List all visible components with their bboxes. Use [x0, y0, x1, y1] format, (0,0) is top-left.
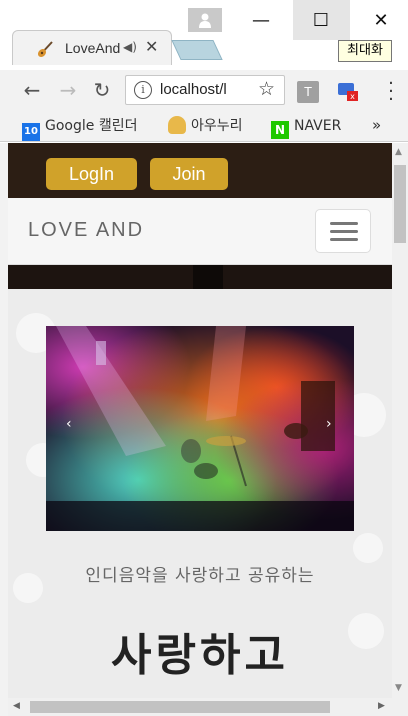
site-brand[interactable]: LOVE AND: [28, 219, 144, 242]
scroll-up-icon[interactable]: ▲: [395, 147, 402, 157]
url-text[interactable]: localhost/l: [160, 81, 252, 98]
browser-titlebar: LoveAnd ◀) ✕ — ☐ ✕ 최대화: [0, 0, 408, 70]
window-left-border: [0, 143, 8, 716]
info-icon[interactable]: i: [134, 81, 152, 99]
scroll-down-icon[interactable]: ▼: [395, 683, 402, 693]
tab-title: LoveAnd: [65, 40, 121, 56]
top-auth-bar: LogIn Join: [8, 143, 392, 198]
forward-icon[interactable]: →: [56, 78, 80, 102]
concert-carousel[interactable]: ‹ ›: [46, 326, 354, 531]
window-close-button[interactable]: ✕: [366, 10, 396, 32]
hamburger-menu-icon[interactable]: [315, 209, 371, 253]
back-icon[interactable]: ←: [20, 78, 44, 102]
site-navbar: LOVE AND: [8, 198, 392, 265]
maximize-button[interactable]: ☐: [306, 10, 336, 32]
scroll-left-icon[interactable]: ◀: [13, 701, 20, 711]
profile-button[interactable]: [188, 8, 222, 32]
minimize-button[interactable]: —: [246, 10, 276, 32]
bookmark-label: Google 캘린더: [45, 118, 138, 134]
horizontal-scrollbar[interactable]: ◀ ▶: [8, 698, 392, 716]
tab-close-icon[interactable]: ✕: [145, 37, 158, 56]
browser-tab[interactable]: LoveAnd ◀) ✕: [12, 30, 172, 65]
guitar-favicon-icon: [37, 41, 53, 58]
bookmark-aunuri[interactable]: 아우누리: [168, 116, 243, 136]
extension-t-icon[interactable]: T: [297, 81, 319, 103]
bookmarks-bar: 10 Google 캘린더 아우누리 N NAVER »: [0, 110, 408, 142]
new-tab-button[interactable]: [171, 40, 223, 60]
aunuri-icon: [168, 116, 186, 134]
carousel-next-icon[interactable]: ›: [326, 416, 332, 432]
scroll-right-icon[interactable]: ▶: [378, 701, 385, 711]
svg-text:x: x: [350, 92, 355, 101]
hero-tagline: 인디음악을 사랑하고 공유하는: [85, 566, 315, 586]
scrollbar-corner: [392, 698, 408, 716]
vertical-scrollbar[interactable]: ▲ ▼: [392, 143, 408, 698]
reload-icon[interactable]: ↻: [90, 78, 114, 102]
naver-icon: N: [271, 121, 289, 139]
bokeh-light: [353, 533, 383, 563]
hero-image-top: [8, 265, 392, 289]
speaker-icon[interactable]: ◀): [123, 40, 137, 54]
concert-photo: [46, 326, 354, 531]
calendar-icon: 10: [22, 123, 40, 141]
cast-extension-icon[interactable]: x: [336, 80, 360, 102]
address-bar[interactable]: i localhost/l ☆: [125, 75, 285, 105]
bookmark-label: NAVER: [294, 118, 342, 134]
bookmarks-overflow-button[interactable]: »: [372, 116, 381, 134]
carousel-prev-icon[interactable]: ‹: [66, 416, 72, 432]
menu-icon[interactable]: · · ·: [386, 75, 396, 109]
bookmark-star-icon[interactable]: ☆: [258, 78, 275, 100]
hero-headline: 사랑하고: [111, 630, 289, 681]
login-button[interactable]: LogIn: [46, 158, 137, 190]
bookmark-naver[interactable]: N NAVER: [271, 116, 342, 139]
horizontal-scroll-thumb[interactable]: [30, 701, 330, 713]
page-viewport: LogIn Join LOVE AND ‹ › 인디음악을 사랑하고 공유하는 …: [8, 143, 392, 698]
bookmark-label: 아우누리: [191, 118, 243, 134]
vertical-scroll-thumb[interactable]: [394, 165, 406, 243]
maximize-tooltip: 최대화: [338, 40, 392, 62]
join-button[interactable]: Join: [150, 158, 228, 190]
bookmark-google-calendar[interactable]: 10 Google 캘린더: [22, 116, 138, 141]
person-icon: [199, 13, 211, 28]
